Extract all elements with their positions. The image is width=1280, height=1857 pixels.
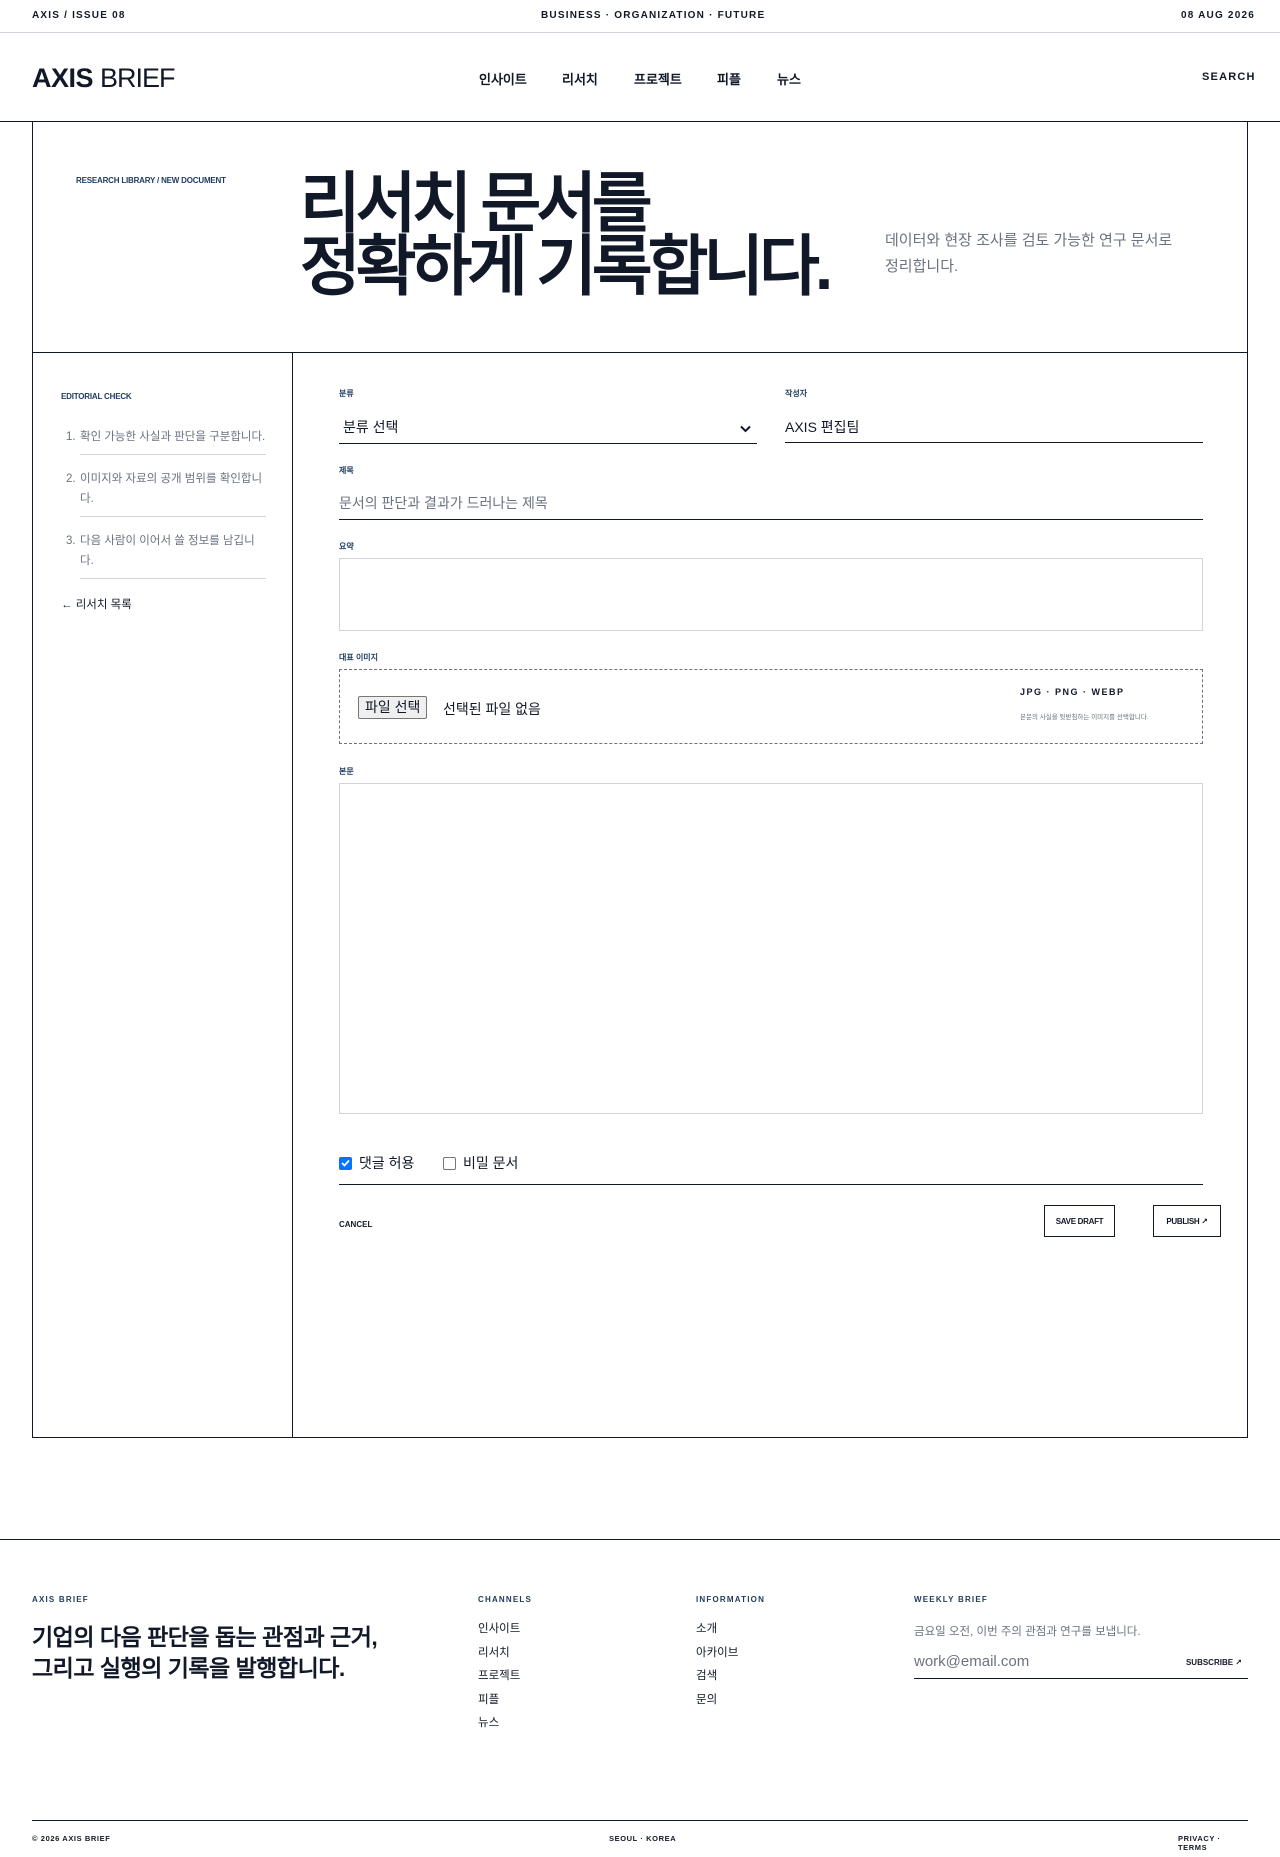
tagline: BUSINESS · ORGANIZATION · FUTURE: [541, 10, 766, 21]
subscribe-button[interactable]: SUBSCRIBE ↗: [1186, 1658, 1242, 1667]
email-input[interactable]: [914, 1653, 1154, 1670]
author-label: 작성자: [785, 389, 808, 398]
page-title-line-2: 정확하게 기록합니다.: [300, 229, 833, 303]
weekly-brief-heading: WEEKLY BRIEF: [914, 1595, 988, 1604]
editorial-check-list: 1. 확인 가능한 사실과 판단을 구분합니다. 2. 이미지와 자료의 공개 …: [66, 421, 266, 587]
list-item-text: 이미지와 자료의 공개 범위를 확인합니다.: [80, 469, 266, 517]
list-item-number: 2.: [66, 473, 76, 485]
list-item-text: 확인 가능한 사실과 판단을 구분합니다.: [80, 427, 266, 455]
footer-link-contact[interactable]: 문의: [696, 1691, 738, 1715]
title-input[interactable]: [339, 486, 1203, 520]
footer-link-project[interactable]: 프로젝트: [478, 1667, 520, 1691]
author-field[interactable]: AXIS 편집팀: [785, 408, 1203, 443]
list-item-number: 3.: [66, 535, 76, 547]
upload-hint: 본문의 사실을 뒷받침하는 이미지를 선택합니다.: [1020, 714, 1149, 721]
summary-label: 요약: [339, 542, 354, 551]
footer-link-archive[interactable]: 아카이브: [696, 1644, 738, 1668]
footer-bottom-bar: © 2026 AXIS BRIEF SEOUL · KOREA PRIVACY …: [32, 1820, 1248, 1857]
breadcrumb: RESEARCH LIBRARY / NEW DOCUMENT: [76, 176, 226, 185]
site-header: AXIS BRIEF 인사이트 리서치 프로젝트 피플 뉴스 SEARCH: [0, 33, 1280, 122]
footer-link-news[interactable]: 뉴스: [478, 1714, 520, 1738]
choose-file-button[interactable]: 파일 선택: [358, 696, 428, 719]
site-logo[interactable]: AXIS BRIEF: [32, 63, 176, 94]
editorial-sidebar: EDITORIAL CHECK 1. 확인 가능한 사실과 판단을 구분합니다.…: [33, 353, 293, 1437]
list-item: 1. 확인 가능한 사실과 판단을 구분합니다.: [66, 421, 266, 463]
body-textarea[interactable]: [339, 783, 1203, 1114]
footer-link-search[interactable]: 검색: [696, 1667, 738, 1691]
list-item-text: 다음 사람이 이어서 쓸 정보를 남깁니다.: [80, 531, 266, 579]
channels-heading: CHANNELS: [478, 1595, 533, 1604]
newsletter-description: 금요일 오전, 이번 주의 관점과 연구를 보냅니다.: [914, 1626, 1141, 1638]
issue-date: 08 AUG 2026: [1181, 10, 1255, 21]
accepted-formats: JPG · PNG · WEBP: [1020, 687, 1125, 697]
channels-list: 인사이트 리서치 프로젝트 피플 뉴스: [478, 1620, 520, 1738]
body-label: 본문: [339, 767, 354, 776]
issue-label: AXIS / ISSUE 08: [32, 10, 126, 21]
chevron-down-icon: [740, 420, 751, 436]
footer-brand-label: AXIS BRIEF: [32, 1595, 89, 1604]
category-select[interactable]: 분류 선택: [339, 408, 757, 444]
site-footer: AXIS BRIEF 기업의 다음 판단을 돕는 관점과 근거, 그리고 실행의…: [0, 1539, 1280, 1857]
cancel-button[interactable]: CANCEL: [339, 1220, 372, 1229]
copyright: © 2026 AXIS BRIEF: [32, 1834, 111, 1843]
allow-comments-checkbox[interactable]: 댓글 허용: [339, 1153, 414, 1173]
logo-light: BRIEF: [100, 63, 176, 93]
legal-links[interactable]: PRIVACY · TERMS: [1178, 1834, 1248, 1852]
footer-tagline-line-2: 그리고 실행의 기록을 발행합니다.: [32, 1655, 345, 1681]
image-upload-zone[interactable]: 파일 선택 선택된 파일 없음 JPG · PNG · WEBP 본문의 사실을…: [339, 669, 1203, 744]
checkbox-unchecked-icon[interactable]: [443, 1156, 456, 1170]
publish-button[interactable]: PUBLISH ↗: [1153, 1205, 1221, 1237]
search-link[interactable]: SEARCH: [1202, 71, 1256, 83]
footer-tagline-line-1: 기업의 다음 판단을 돕는 관점과 근거,: [32, 1624, 378, 1650]
information-list: 소개 아카이브 검색 문의: [696, 1620, 738, 1714]
nav-item-research[interactable]: 리서치: [562, 69, 598, 88]
image-label: 대표 이미지: [339, 653, 379, 662]
hero: RESEARCH LIBRARY / NEW DOCUMENT 리서치 문서를 …: [33, 122, 1247, 353]
footer-link-research[interactable]: 리서치: [478, 1644, 520, 1668]
logo-bold: AXIS: [32, 63, 94, 93]
footer-link-insight[interactable]: 인사이트: [478, 1620, 520, 1644]
footer-link-about[interactable]: 소개: [696, 1620, 738, 1644]
document-form: 분류 분류 선택 작성자 AXIS 편집팀 제목 요약 대표 이미지 파일 선택…: [294, 353, 1247, 1437]
nav-item-people[interactable]: 피플: [717, 69, 741, 88]
secret-document-checkbox[interactable]: 비밀 문서: [443, 1153, 518, 1173]
title-label: 제목: [339, 466, 354, 475]
back-to-research-link[interactable]: ← 리서치 목록: [61, 596, 132, 612]
top-bar: AXIS / ISSUE 08 BUSINESS · ORGANIZATION …: [0, 0, 1280, 33]
newsletter-form: SUBSCRIBE ↗: [914, 1643, 1248, 1679]
save-draft-button[interactable]: SAVE DRAFT: [1044, 1205, 1115, 1237]
list-item: 2. 이미지와 자료의 공개 범위를 확인합니다.: [66, 463, 266, 525]
category-label: 분류: [339, 389, 354, 398]
nav-item-project[interactable]: 프로젝트: [634, 69, 682, 88]
editorial-check-label: EDITORIAL CHECK: [61, 392, 132, 401]
page-title-line-1: 리서치 문서를: [300, 166, 653, 240]
location: SEOUL · KOREA: [609, 1834, 677, 1843]
nav-item-news[interactable]: 뉴스: [777, 69, 801, 88]
summary-textarea[interactable]: [339, 558, 1203, 631]
footer-link-people[interactable]: 피플: [478, 1691, 520, 1715]
footer-tagline: 기업의 다음 판단을 돕는 관점과 근거, 그리고 실행의 기록을 발행합니다.: [32, 1622, 378, 1684]
information-heading: INFORMATION: [696, 1595, 766, 1604]
list-item-number: 1.: [66, 431, 76, 443]
allow-comments-label: 댓글 허용: [359, 1155, 415, 1171]
category-value: 분류 선택: [343, 419, 399, 435]
checkbox-checked-icon[interactable]: [339, 1156, 352, 1170]
hero-description: 데이터와 현장 조사를 검토 가능한 연구 문서로 정리합니다.: [885, 232, 1173, 275]
list-item: 3. 다음 사람이 이어서 쓸 정보를 남깁니다.: [66, 525, 266, 587]
document-frame: RESEARCH LIBRARY / NEW DOCUMENT 리서치 문서를 …: [32, 122, 1248, 1438]
secret-document-label: 비밀 문서: [463, 1155, 519, 1171]
file-status: 선택된 파일 없음: [443, 701, 541, 717]
nav-item-insight[interactable]: 인사이트: [479, 69, 527, 88]
document-options: 댓글 허용 비밀 문서: [339, 1150, 1203, 1185]
page-title: 리서치 문서를 정확하게 기록합니다.: [300, 166, 833, 303]
